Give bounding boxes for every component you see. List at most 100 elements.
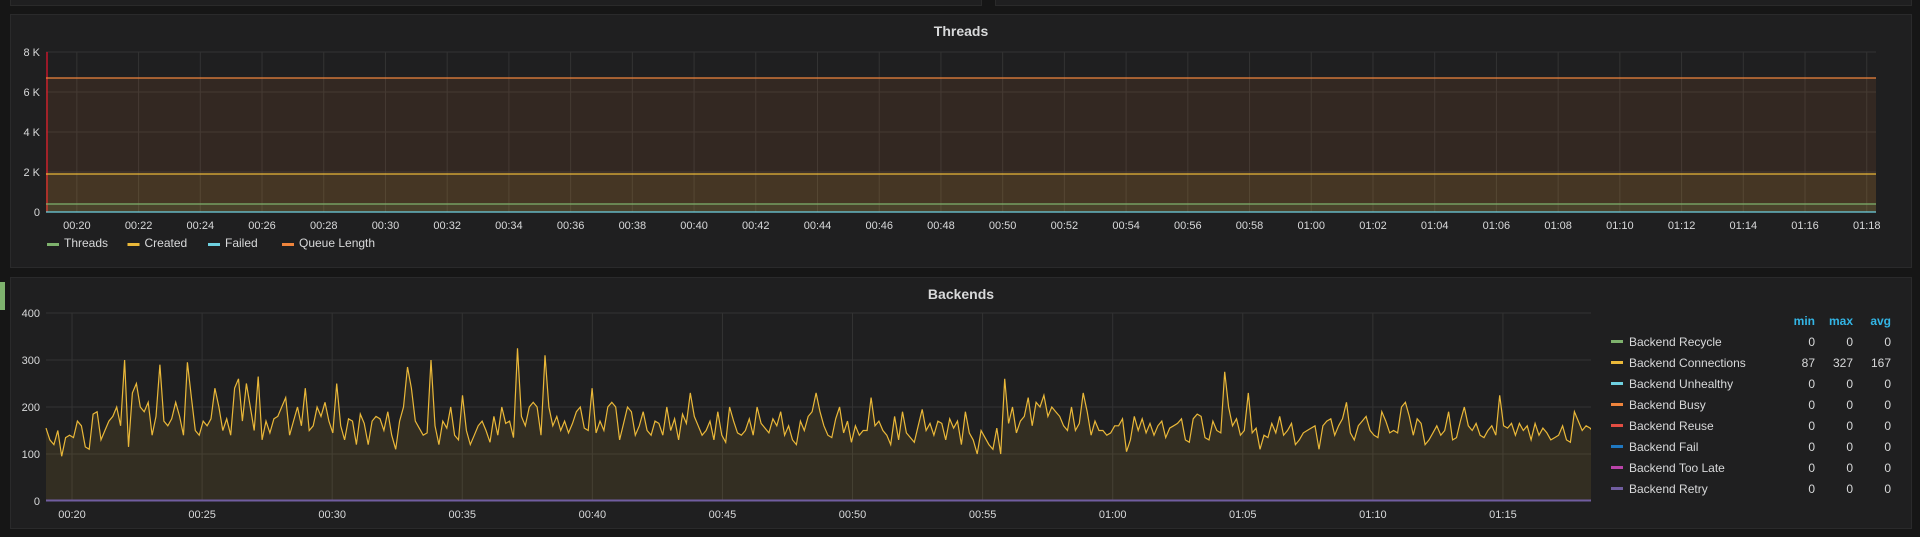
legend-row-backend-too-late[interactable]: Backend Too Late 0 0 0 <box>1611 457 1891 478</box>
legend-max: 0 <box>1846 439 1853 454</box>
threads-panel[interactable]: Threads 8 K 6 K 4 K 2 K 0 00:20 00:22 00:24 00:2… <box>10 14 1912 268</box>
x-tick-label: 01:08 <box>1544 220 1572 232</box>
legend-swatch <box>1611 361 1623 364</box>
legend-avg: 0 <box>1884 439 1891 454</box>
legend-avg: 0 <box>1884 334 1891 349</box>
legend-swatch <box>127 243 140 246</box>
x-tick-label: 01:10 <box>1606 220 1634 232</box>
x-tick-label: 00:46 <box>865 220 893 232</box>
x-tick-label: 01:04 <box>1421 220 1449 232</box>
x-tick-label: 00:58 <box>1236 220 1264 232</box>
legend-max: 0 <box>1846 418 1853 433</box>
series-area-threads <box>46 204 1876 212</box>
legend-header-max[interactable]: max <box>1815 314 1853 328</box>
y-tick-label: 2 K <box>23 167 40 179</box>
x-tick-label: 00:20 <box>63 220 91 232</box>
legend-label: Threads <box>64 236 108 250</box>
y-tick-label: 4 K <box>23 127 40 139</box>
legend-max: 0 <box>1846 376 1853 391</box>
x-tick-label: 00:30 <box>372 220 400 232</box>
legend-min: 87 <box>1801 355 1815 370</box>
x-tick-label: 00:50 <box>839 509 867 521</box>
y-tick-label: 400 <box>22 308 40 320</box>
x-tick-label: 01:06 <box>1483 220 1511 232</box>
x-tick-label: 01:05 <box>1229 509 1257 521</box>
previous-panel-edge-left <box>10 0 982 6</box>
legend-min: 0 <box>1808 397 1815 412</box>
legend-max: 0 <box>1846 460 1853 475</box>
legend-item-failed[interactable]: Failed <box>208 236 258 250</box>
y-tick-label: 100 <box>22 449 40 461</box>
x-tick-label: 00:56 <box>1174 220 1202 232</box>
x-tick-label: 01:18 <box>1853 220 1881 232</box>
backends-graph[interactable]: 400 300 200 100 0 00:20 00:25 00:30 00:35 00:40 00… <box>11 278 1591 528</box>
legend-min: 0 <box>1808 439 1815 454</box>
legend-header-avg[interactable]: avg <box>1853 314 1891 328</box>
legend-avg: 0 <box>1884 460 1891 475</box>
legend-swatch <box>1611 403 1623 406</box>
legend-row-backend-unhealthy[interactable]: Backend Unhealthy 0 0 0 <box>1611 373 1891 394</box>
legend-item-threads[interactable]: Threads <box>47 236 108 250</box>
x-tick-label: 01:15 <box>1489 509 1517 521</box>
legend-row-backend-recycle[interactable]: Backend Recycle 0 0 0 <box>1611 331 1891 352</box>
x-tick-label: 00:30 <box>318 509 346 521</box>
legend-header-min[interactable]: min <box>1777 314 1815 328</box>
legend-avg: 167 <box>1870 355 1891 370</box>
x-tick-label: 01:12 <box>1668 220 1696 232</box>
legend-label: Created <box>145 236 188 250</box>
legend-label: Backend Connections <box>1629 355 1746 370</box>
legend-min: 0 <box>1808 481 1815 496</box>
x-tick-label: 00:35 <box>449 509 477 521</box>
y-tick-label: 8 K <box>23 47 40 59</box>
x-tick-label: 00:54 <box>1112 220 1140 232</box>
x-tick-label: 00:52 <box>1051 220 1079 232</box>
x-tick-label: 00:38 <box>619 220 647 232</box>
x-tick-label: 00:40 <box>680 220 708 232</box>
legend-item-created[interactable]: Created <box>127 236 188 250</box>
y-tick-label: 300 <box>22 355 40 367</box>
x-tick-label: 00:26 <box>248 220 276 232</box>
legend-label: Queue Length <box>299 236 375 250</box>
legend-max: 0 <box>1846 481 1853 496</box>
legend-row-backend-fail[interactable]: Backend Fail 0 0 0 <box>1611 436 1891 457</box>
legend-swatch <box>282 243 294 246</box>
x-tick-label: 00:40 <box>579 509 607 521</box>
legend-label: Backend Unhealthy <box>1629 376 1734 391</box>
legend-label: Backend Busy <box>1629 397 1706 412</box>
x-tick-label: 00:32 <box>433 220 461 232</box>
legend-row-backend-busy[interactable]: Backend Busy 0 0 0 <box>1611 394 1891 415</box>
backends-panel[interactable]: Backends 400 300 200 100 0 00:20 00:25 00:30 00:… <box>10 277 1912 529</box>
x-tick-label: 00:20 <box>58 509 86 521</box>
legend-row-backend-reuse[interactable]: Backend Reuse 0 0 0 <box>1611 415 1891 436</box>
legend-label: Backend Retry <box>1629 481 1708 496</box>
legend-min: 0 <box>1808 334 1815 349</box>
legend-item-queue-length[interactable]: Queue Length <box>282 236 375 250</box>
legend-swatch <box>1611 445 1623 448</box>
legend-avg: 0 <box>1884 397 1891 412</box>
x-tick-label: 01:00 <box>1099 509 1127 521</box>
x-tick-label: 01:02 <box>1359 220 1387 232</box>
x-tick-label: 00:36 <box>557 220 585 232</box>
legend-row-backend-retry[interactable]: Backend Retry 0 0 0 <box>1611 478 1891 499</box>
x-tick-label: 01:16 <box>1791 220 1819 232</box>
legend-max: 0 <box>1846 397 1853 412</box>
x-tick-label: 01:10 <box>1359 509 1387 521</box>
x-tick-label: 00:42 <box>742 220 770 232</box>
y-tick-label: 200 <box>22 402 40 414</box>
legend-swatch <box>1611 424 1623 427</box>
legend-min: 0 <box>1808 460 1815 475</box>
row-collapse-handle[interactable] <box>0 282 5 310</box>
x-tick-label: 00:44 <box>804 220 832 232</box>
threads-graph[interactable]: 8 K 6 K 4 K 2 K 0 00:20 00:22 00:24 00:26 00:28 00… <box>11 15 1911 267</box>
legend-label: Backend Recycle <box>1629 334 1722 349</box>
y-tick-label: 0 <box>34 496 40 508</box>
legend-row-backend-connections[interactable]: Backend Connections 87 327 167 <box>1611 352 1891 373</box>
legend-swatch <box>1611 466 1623 469</box>
legend-max: 0 <box>1846 334 1853 349</box>
legend-avg: 0 <box>1884 376 1891 391</box>
x-tick-label: 01:00 <box>1297 220 1325 232</box>
backends-legend-table: min max avg Backend Recycle 0 0 0 Backend Co… <box>1611 310 1891 499</box>
x-tick-label: 00:50 <box>989 220 1017 232</box>
legend-min: 0 <box>1808 418 1815 433</box>
x-tick-label: 00:45 <box>709 509 737 521</box>
